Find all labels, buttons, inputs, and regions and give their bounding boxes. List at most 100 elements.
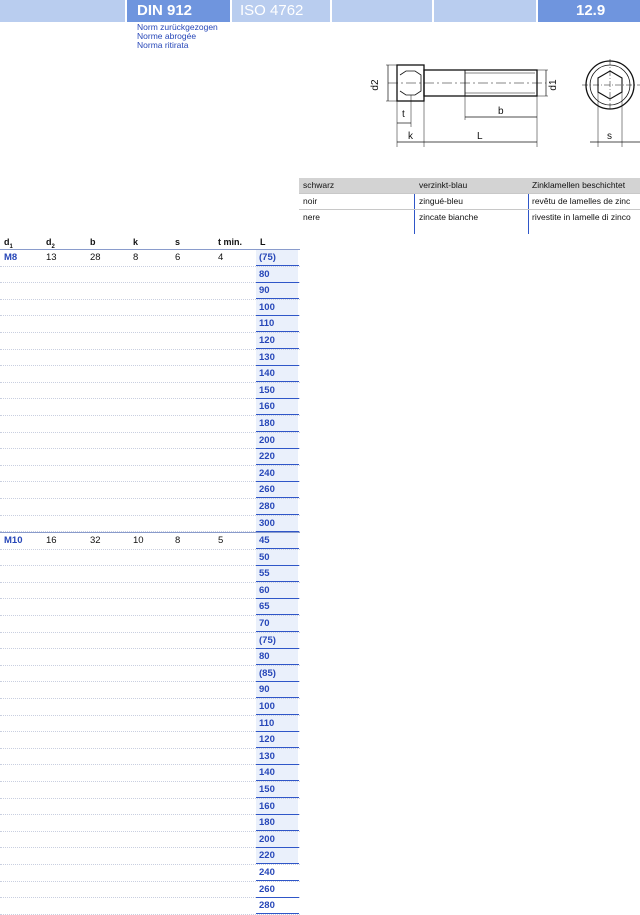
coating-row: nere zincate bianche rivestite in lamell… xyxy=(299,210,640,234)
label-k: k xyxy=(408,131,414,142)
header-t-min: t min. xyxy=(218,237,242,247)
table-row: 120 xyxy=(0,333,300,350)
table-row: 280 xyxy=(0,499,300,516)
cell-k: 10 xyxy=(133,535,144,547)
cell-length: 140 xyxy=(259,767,275,779)
table-row: 70 xyxy=(0,616,300,633)
cell-length: 130 xyxy=(259,351,275,363)
header-cell xyxy=(332,0,432,22)
strength-grade: 12.9 xyxy=(576,2,606,19)
table-row: 90 xyxy=(0,682,300,700)
cell-d1: M10 xyxy=(4,535,23,547)
table-row: 300 xyxy=(0,516,300,533)
cell-b: 28 xyxy=(90,252,101,263)
table-row: (85) xyxy=(0,666,300,683)
table-row: 80 xyxy=(0,267,300,284)
cell-length: (85) xyxy=(259,667,276,679)
table-row: 50 xyxy=(0,550,300,567)
table-row: 260 xyxy=(0,882,300,899)
header-bar: DIN 912 ISO 4762 12.9 xyxy=(0,0,640,22)
table-row: 160 xyxy=(0,399,300,416)
cell-length: (75) xyxy=(259,252,276,263)
length-divider xyxy=(256,913,299,915)
table-header: d1 d2 b k s t min. L xyxy=(0,235,300,250)
cell-length: 150 xyxy=(259,384,275,396)
cell-length: 120 xyxy=(259,734,275,746)
cell-length: 80 xyxy=(259,268,270,280)
cell-length: 160 xyxy=(259,800,275,812)
cell-length: 140 xyxy=(259,368,275,380)
coating-cell: zingué-bleu xyxy=(419,196,463,206)
table-row: 100 xyxy=(0,300,300,317)
table-row: 160 xyxy=(0,799,300,816)
table-row: M8 13 28 8 6 4 (75) xyxy=(0,249,300,267)
coating-cell: Zinklamellen beschichtet xyxy=(532,180,626,190)
cell-length: (75) xyxy=(259,634,276,646)
cell-length: 130 xyxy=(259,750,275,762)
cell-length: 160 xyxy=(259,401,275,413)
cell-length: 220 xyxy=(259,850,275,862)
cell-length: 180 xyxy=(259,417,275,429)
header-d1: d1 xyxy=(4,237,13,250)
cell-length: 110 xyxy=(259,318,275,330)
cell-length: 65 xyxy=(259,601,270,613)
coating-cell: schwarz xyxy=(303,180,335,190)
header-s: s xyxy=(175,237,181,247)
cell-d2: 13 xyxy=(46,252,57,263)
note-it: Norma ritirata xyxy=(137,40,189,50)
table-row: 140 xyxy=(0,366,300,383)
cell-length: 120 xyxy=(259,334,275,346)
table-row: 150 xyxy=(0,383,300,400)
table-row: 120 xyxy=(0,732,300,749)
label-b: b xyxy=(498,106,504,117)
table-row: 150 xyxy=(0,782,300,799)
cell-length: 280 xyxy=(259,500,275,512)
cell-length: 280 xyxy=(259,900,275,912)
table-row: 140 xyxy=(0,765,300,782)
cell-length: 100 xyxy=(259,701,275,713)
table-row: 200 xyxy=(0,832,300,849)
table-row: 220 xyxy=(0,449,300,466)
table-row: 130 xyxy=(0,749,300,766)
label-t: t xyxy=(402,109,405,120)
cell-length: 220 xyxy=(259,451,275,463)
cell-length: 55 xyxy=(259,568,270,580)
cell-length: 70 xyxy=(259,618,270,630)
cell-s: 8 xyxy=(175,535,181,547)
cell-length: 260 xyxy=(259,484,275,496)
header-cell xyxy=(434,0,536,22)
header-cell xyxy=(0,0,125,22)
cell-length: 90 xyxy=(259,684,270,696)
coating-cell: nere xyxy=(303,212,321,222)
table-row: 110 xyxy=(0,716,300,733)
table-row: 80 xyxy=(0,649,300,666)
header-b: b xyxy=(90,237,96,247)
coating-row: noir zingué-bleu revêtu de lamelles de z… xyxy=(299,194,640,210)
table-row: 90 xyxy=(0,283,300,300)
screw-drawing: d2 d1 t b k L s xyxy=(370,59,640,147)
header-k: k xyxy=(133,237,139,247)
coating-table: schwarz verzinkt-blau Zinklamellen besch… xyxy=(299,178,640,234)
cell-length: 300 xyxy=(259,517,275,529)
cell-d2: 16 xyxy=(46,535,57,547)
cell-length: 200 xyxy=(259,434,275,446)
norm-din: DIN 912 xyxy=(137,2,193,19)
coating-cell: revêtu de lamelles de zinc xyxy=(532,196,631,206)
cell-length: 50 xyxy=(259,551,270,563)
table-row: 110 xyxy=(0,316,300,333)
label-s: s xyxy=(607,131,612,142)
label-d1: d1 xyxy=(548,79,559,91)
withdrawn-notice: Norm zurückgezogen Norme abrogée Norma r… xyxy=(137,23,218,50)
table-row: 130 xyxy=(0,350,300,367)
table-row: 100 xyxy=(0,699,300,716)
table-row: 180 xyxy=(0,815,300,832)
cell-t: 5 xyxy=(218,535,224,547)
coating-cell: zincate bianche xyxy=(419,212,479,222)
cell-length: 90 xyxy=(259,285,270,297)
table-row: 180 xyxy=(0,416,300,433)
coating-row: schwarz verzinkt-blau Zinklamellen besch… xyxy=(299,178,640,194)
cell-length: 45 xyxy=(259,535,270,547)
table-row: 260 xyxy=(0,482,300,499)
table-row: 240 xyxy=(0,865,300,882)
coating-cell: verzinkt-blau xyxy=(419,180,468,190)
